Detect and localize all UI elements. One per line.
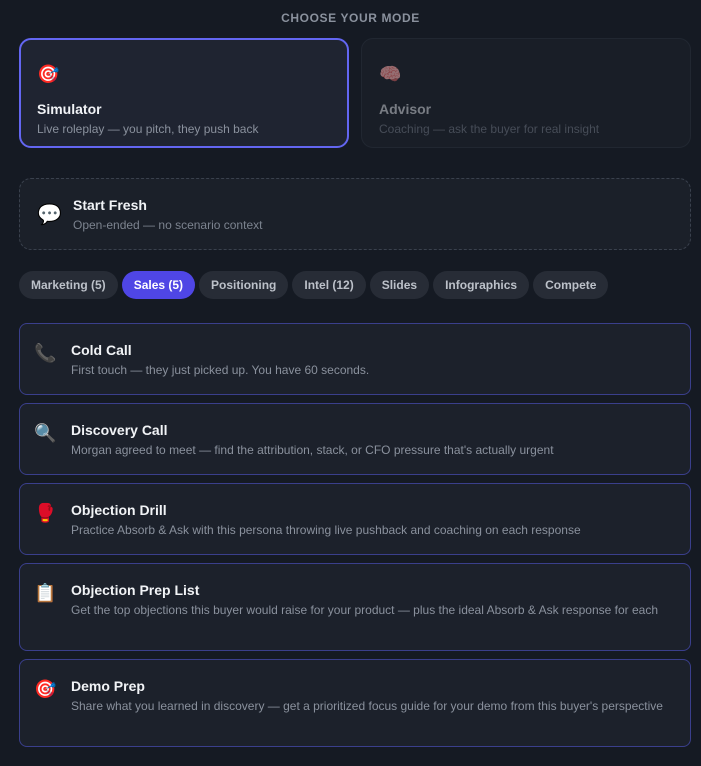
- tab-slides[interactable]: Slides: [369, 271, 430, 299]
- start-fresh-description: Open-ended — no scenario context: [73, 217, 263, 232]
- brain-icon: 🧠: [379, 64, 402, 84]
- scenario-description: First touch — they just picked up. You h…: [71, 363, 370, 377]
- tab-intel[interactable]: Intel (12): [292, 271, 366, 299]
- scenario-cold-call[interactable]: 📞 Cold Call First touch — they just pick…: [19, 323, 691, 395]
- scenario-title: Discovery Call: [71, 422, 168, 438]
- mode-description: Coaching — ask the buyer for real insigh…: [379, 122, 600, 136]
- phone-icon: 📞: [34, 343, 57, 363]
- tab-infographics[interactable]: Infographics: [433, 271, 530, 299]
- target-icon: 🎯: [34, 679, 57, 699]
- scenario-discovery-call[interactable]: 🔍 Discovery Call Morgan agreed to meet —…: [19, 403, 691, 475]
- scenario-description: Get the top objections this buyer would …: [71, 603, 658, 617]
- boxing-glove-icon: 🥊: [34, 503, 57, 523]
- scenario-title: Demo Prep: [71, 678, 145, 694]
- mode-title: Advisor: [379, 101, 432, 117]
- mode-description: Live roleplay — you pitch, they push bac…: [37, 122, 259, 136]
- mode-heading: CHOOSE YOUR MODE: [281, 11, 420, 25]
- mode-title: Simulator: [37, 101, 102, 117]
- magnifier-icon: 🔍: [34, 423, 57, 443]
- tab-compete[interactable]: Compete: [533, 271, 609, 299]
- scenario-title: Objection Prep List: [71, 582, 200, 598]
- clipboard-icon: 📋: [34, 583, 57, 603]
- tab-positioning[interactable]: Positioning: [199, 271, 289, 299]
- scenario-demo-prep[interactable]: 🎯 Demo Prep Share what you learned in di…: [19, 659, 691, 747]
- scenario-description: Share what you learned in discovery — ge…: [71, 699, 663, 713]
- tab-sales[interactable]: Sales (5): [121, 271, 196, 299]
- scenario-title: Objection Drill: [71, 502, 167, 518]
- scenario-objection-drill[interactable]: 🥊 Objection Drill Practice Absorb & Ask …: [19, 483, 691, 555]
- scenario-description: Practice Absorb & Ask with this persona …: [71, 523, 581, 537]
- tab-marketing[interactable]: Marketing (5): [19, 271, 118, 299]
- mode-card-advisor[interactable]: 🧠 Advisor Coaching — ask the buyer for r…: [361, 38, 691, 148]
- start-fresh-title: Start Fresh: [73, 196, 147, 213]
- scenario-title: Cold Call: [71, 342, 132, 358]
- target-icon: 🎯: [37, 64, 60, 84]
- start-fresh-card[interactable]: 💬 Start Fresh Open-ended — no scenario c…: [19, 178, 691, 250]
- mode-card-simulator[interactable]: 🎯 Simulator Live roleplay — you pitch, t…: [19, 38, 349, 148]
- category-tabs: Marketing (5) Sales (5) Positioning Inte…: [19, 271, 609, 299]
- scenario-description: Morgan agreed to meet — find the attribu…: [71, 443, 554, 457]
- scenario-objection-prep-list[interactable]: 📋 Objection Prep List Get the top object…: [19, 563, 691, 651]
- speech-bubble-icon: 💬: [37, 203, 62, 226]
